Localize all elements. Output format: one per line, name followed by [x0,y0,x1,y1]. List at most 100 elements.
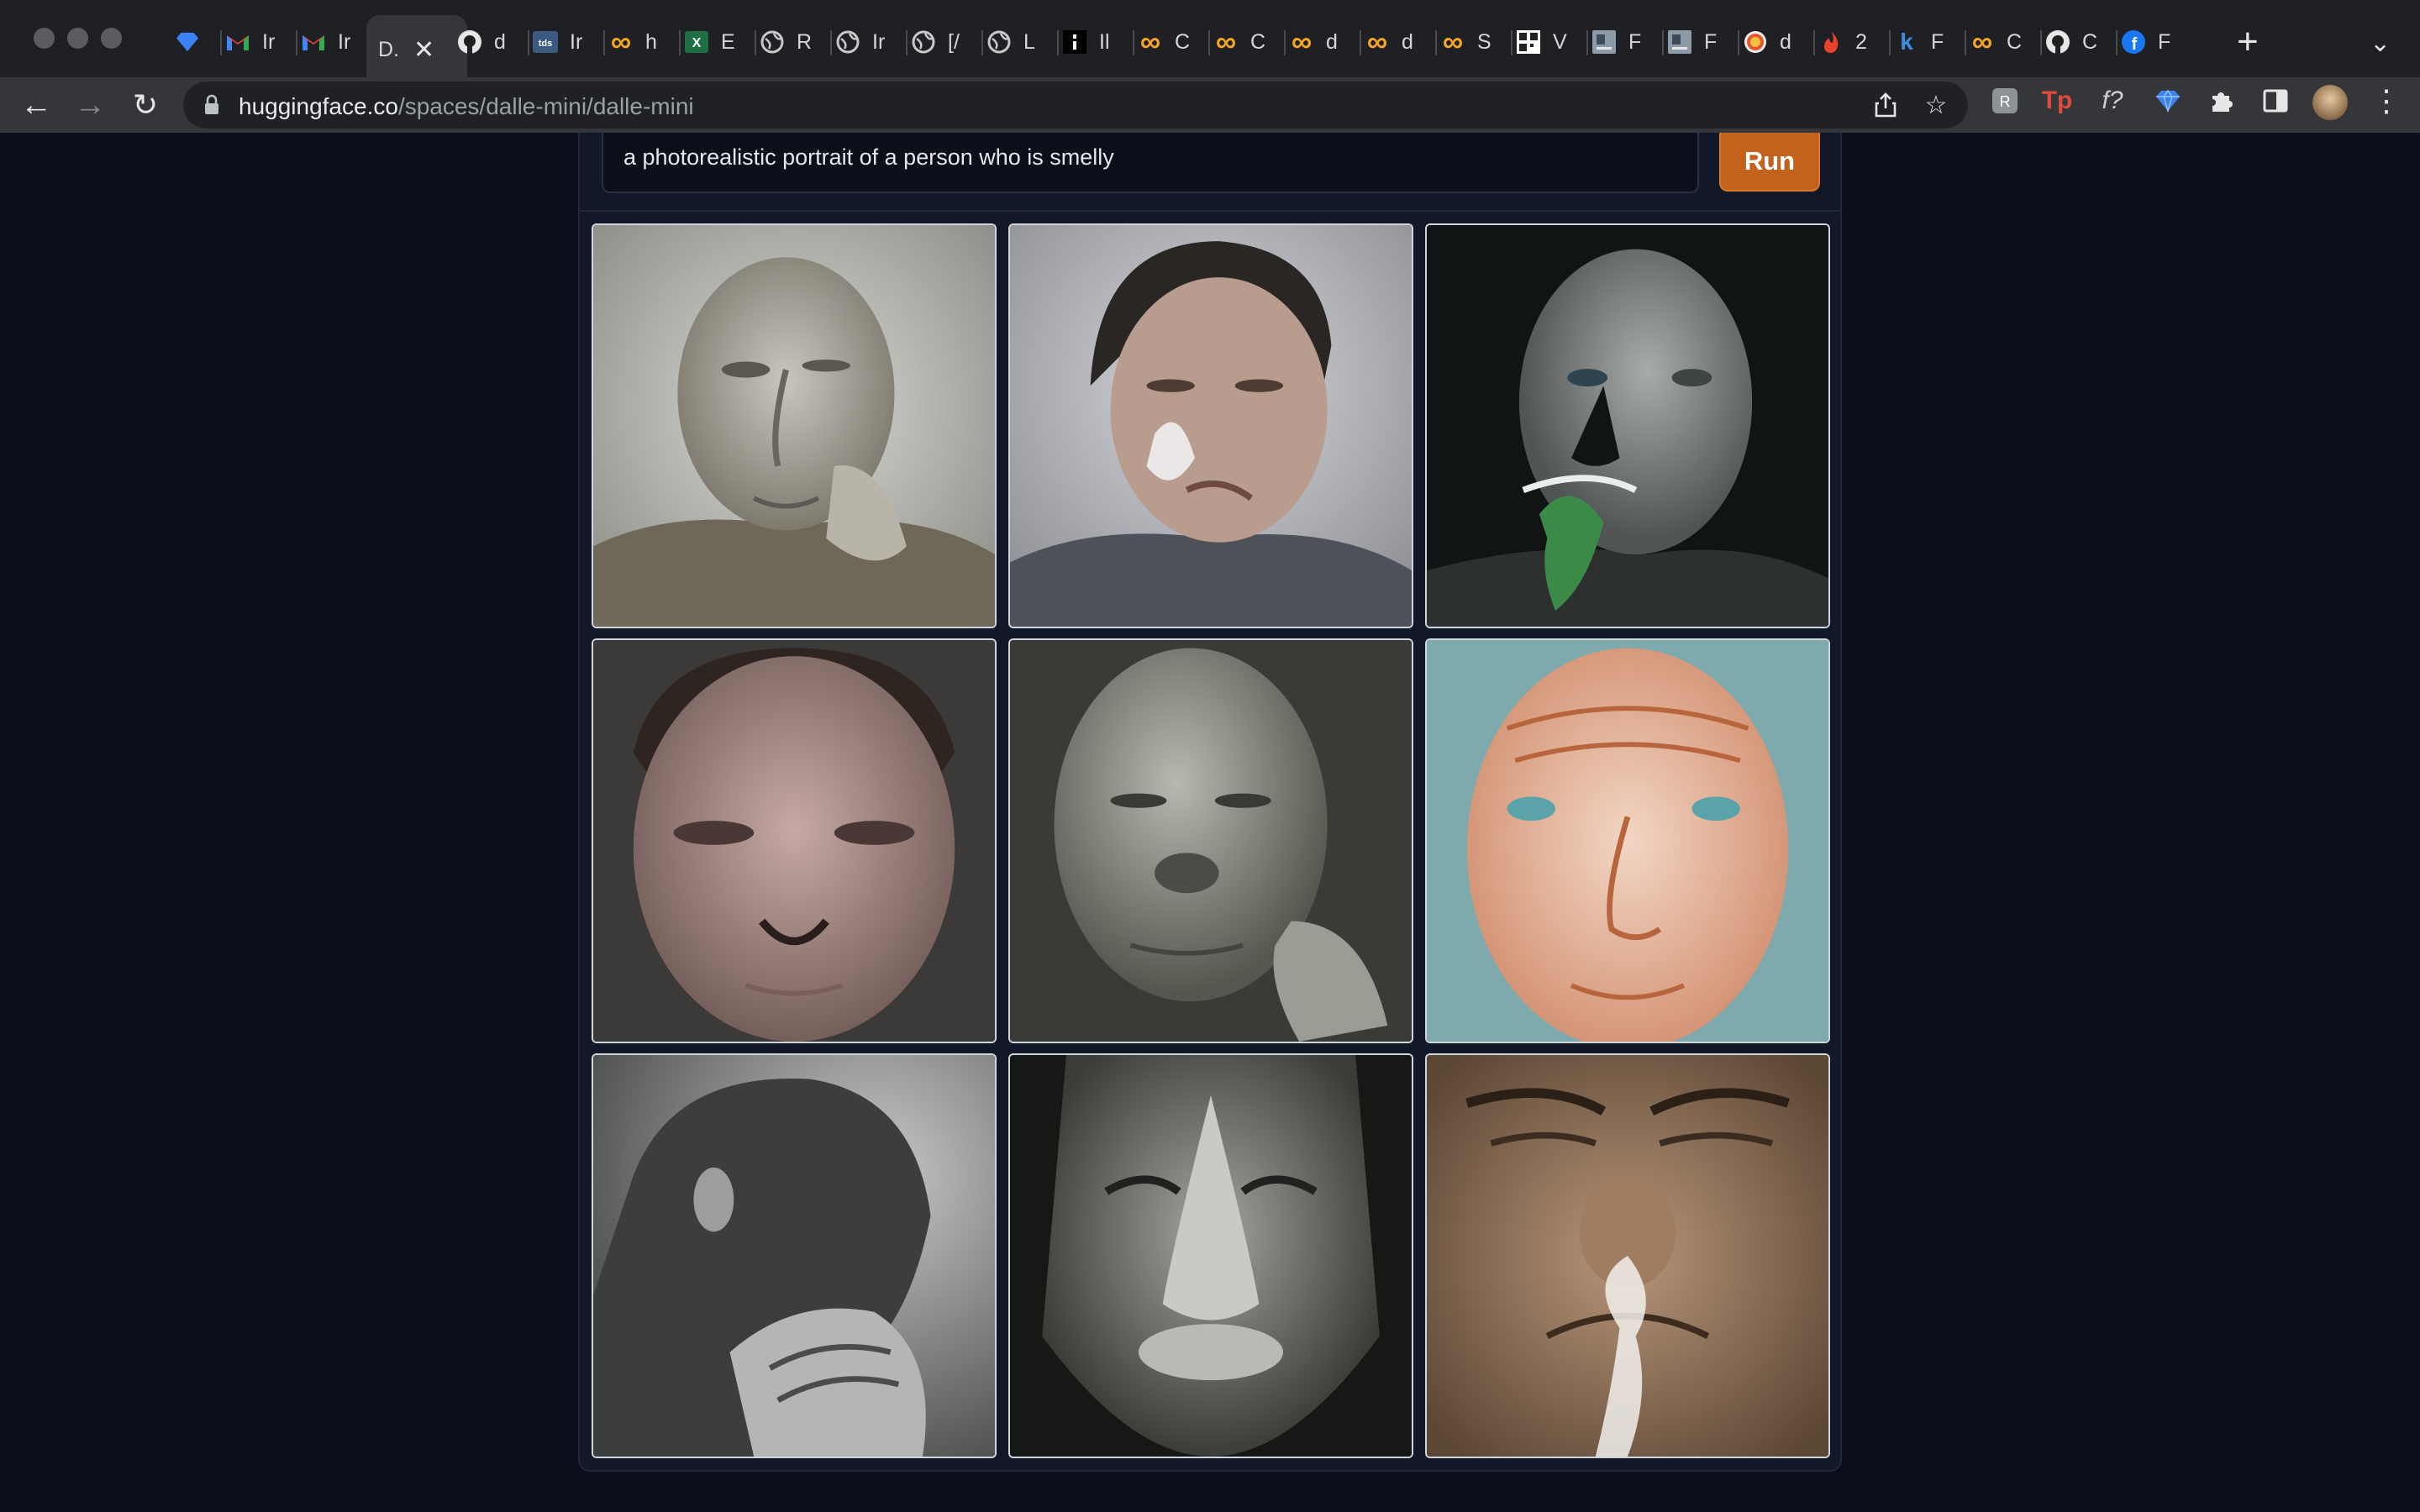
tab-separator [1965,30,1966,55]
svg-text:f: f [2132,35,2138,54]
browser-tab[interactable]: XE [682,15,758,69]
tab-separator [296,30,297,55]
svg-text:R: R [2000,93,2011,110]
tab-title: F [1931,29,1944,54]
window-close-dot[interactable] [34,28,55,49]
globe-icon [985,28,1013,56]
tab-title: [/ [948,29,960,54]
browser-tab[interactable]: D. ✕ [366,15,467,84]
infinity-icon: ∞ [1291,26,1313,58]
extension-gem-icon[interactable] [2151,84,2185,118]
window-maximize-dot[interactable] [101,28,122,49]
generated-image-8[interactable] [1008,1053,1413,1458]
tab-close-icon[interactable]: ✕ [413,35,434,65]
browser-menu-icon[interactable]: ⋮ [2371,82,2402,119]
tab-separator [1360,30,1361,55]
prompt-input[interactable]: a photorealistic portrait of a person wh… [602,133,1699,193]
lock-icon [203,94,220,120]
dots-icon [1060,28,1089,56]
browser-tab[interactable]: Ir [299,15,375,69]
bookmark-star-icon[interactable]: ☆ [1921,90,1951,120]
browser-tab[interactable]: d [1741,15,1817,69]
extension-r-icon[interactable]: R [1988,84,2022,118]
tab-separator [1889,30,1891,55]
prompt-text[interactable]: a photorealistic portrait of a person wh… [623,144,1114,171]
window-minimize-dot[interactable] [67,28,88,49]
browser-tab[interactable]: ∞ d [1363,15,1439,69]
tab-search-chevron-icon[interactable]: ⌄ [2370,29,2391,58]
tab-separator [1813,30,1815,55]
tab-separator [603,30,605,55]
browser-tab[interactable]: Il [1060,15,1136,69]
generated-image-6[interactable] [1425,638,1830,1043]
svg-text:tds: tds [539,39,553,49]
tab-separator [679,30,681,55]
browser-tab[interactable]: ∞ C [1968,15,2044,69]
reload-icon[interactable]: ↻ [124,84,166,126]
browser-tab[interactable]: F [1590,15,1665,69]
share-icon[interactable] [1870,90,1901,120]
browser-tab[interactable]: 2 [1817,15,1892,69]
tab-separator [1057,30,1059,55]
tab-separator [220,30,222,55]
browser-tab[interactable]: d [455,15,531,69]
browser-tab[interactable]: V [1514,15,1590,69]
browser-tab[interactable]: C [2044,15,2119,69]
browser-tab[interactable]: tds Ir [531,15,607,69]
tab-title: Ir [262,29,276,54]
tab-title: F [1704,29,1718,54]
new-tab-plus-icon[interactable]: + [2237,24,2259,60]
back-arrow-icon[interactable]: ← [15,84,57,126]
image-gallery [592,223,1830,1458]
globe-icon [758,28,786,56]
tab-title: d [494,29,506,54]
browser-tab[interactable]: R [758,15,834,69]
side-panel-icon[interactable] [2259,84,2292,118]
extension-formula-icon[interactable]: f? [2096,84,2129,118]
generated-image-4[interactable] [592,638,997,1043]
tab-title: C [2082,29,2097,54]
browser-tab[interactable]: Ir [224,15,299,69]
browser-tab[interactable]: Ir [834,15,909,69]
generated-image-7[interactable] [592,1053,997,1458]
tab-title: Il [1099,29,1110,54]
forward-arrow-icon[interactable]: → [69,84,111,126]
github-icon [2044,28,2072,56]
browser-tab[interactable]: [/ [909,15,985,69]
tab-separator [755,30,756,55]
browser-tab[interactable]: L [985,15,1060,69]
tab-separator [981,30,983,55]
browser-tab[interactable]: ∞ C [1212,15,1287,69]
run-button[interactable]: Run [1719,133,1820,192]
generated-image-5[interactable] [1008,638,1413,1043]
generated-image-9[interactable] [1425,1053,1830,1458]
tab-title: h [645,29,657,54]
generated-image-2[interactable] [1008,223,1413,628]
flame-icon [1817,28,1845,56]
address-bar[interactable]: huggingface.co/spaces/dalle-mini/dalle-m… [183,81,1968,129]
browser-tab[interactable]: ∞ h [607,15,682,69]
browser-tab[interactable]: fF [2119,15,2195,69]
browser-tab[interactable] [173,15,224,69]
generated-image-1[interactable] [592,223,997,628]
profile-avatar[interactable] [2312,85,2348,120]
tab-separator [1133,30,1134,55]
browser-tab[interactable]: F [1665,15,1741,69]
tab-title: S [1477,29,1491,54]
tab-separator [1662,30,1664,55]
browser-tab[interactable]: ∞ S [1439,15,1514,69]
generated-image-3[interactable] [1425,223,1830,628]
infinity-icon: ∞ [1366,26,1388,58]
rainbow-icon [1741,28,1770,56]
extension-tp-icon[interactable]: Tp [2040,84,2074,118]
browser-tab[interactable]: ∞ C [1136,15,1212,69]
infinity-icon: ∞ [610,26,632,58]
tab-title: V [1553,29,1567,54]
tab-title: d [1326,29,1338,54]
browser-tab[interactable]: ∞ d [1287,15,1363,69]
k-icon: k [1900,29,1913,55]
browser-tab[interactable]: kF [1892,15,1968,69]
facebook-icon: f [2119,28,2148,56]
tab-separator [906,30,908,55]
extensions-puzzle-icon[interactable] [2205,84,2238,118]
